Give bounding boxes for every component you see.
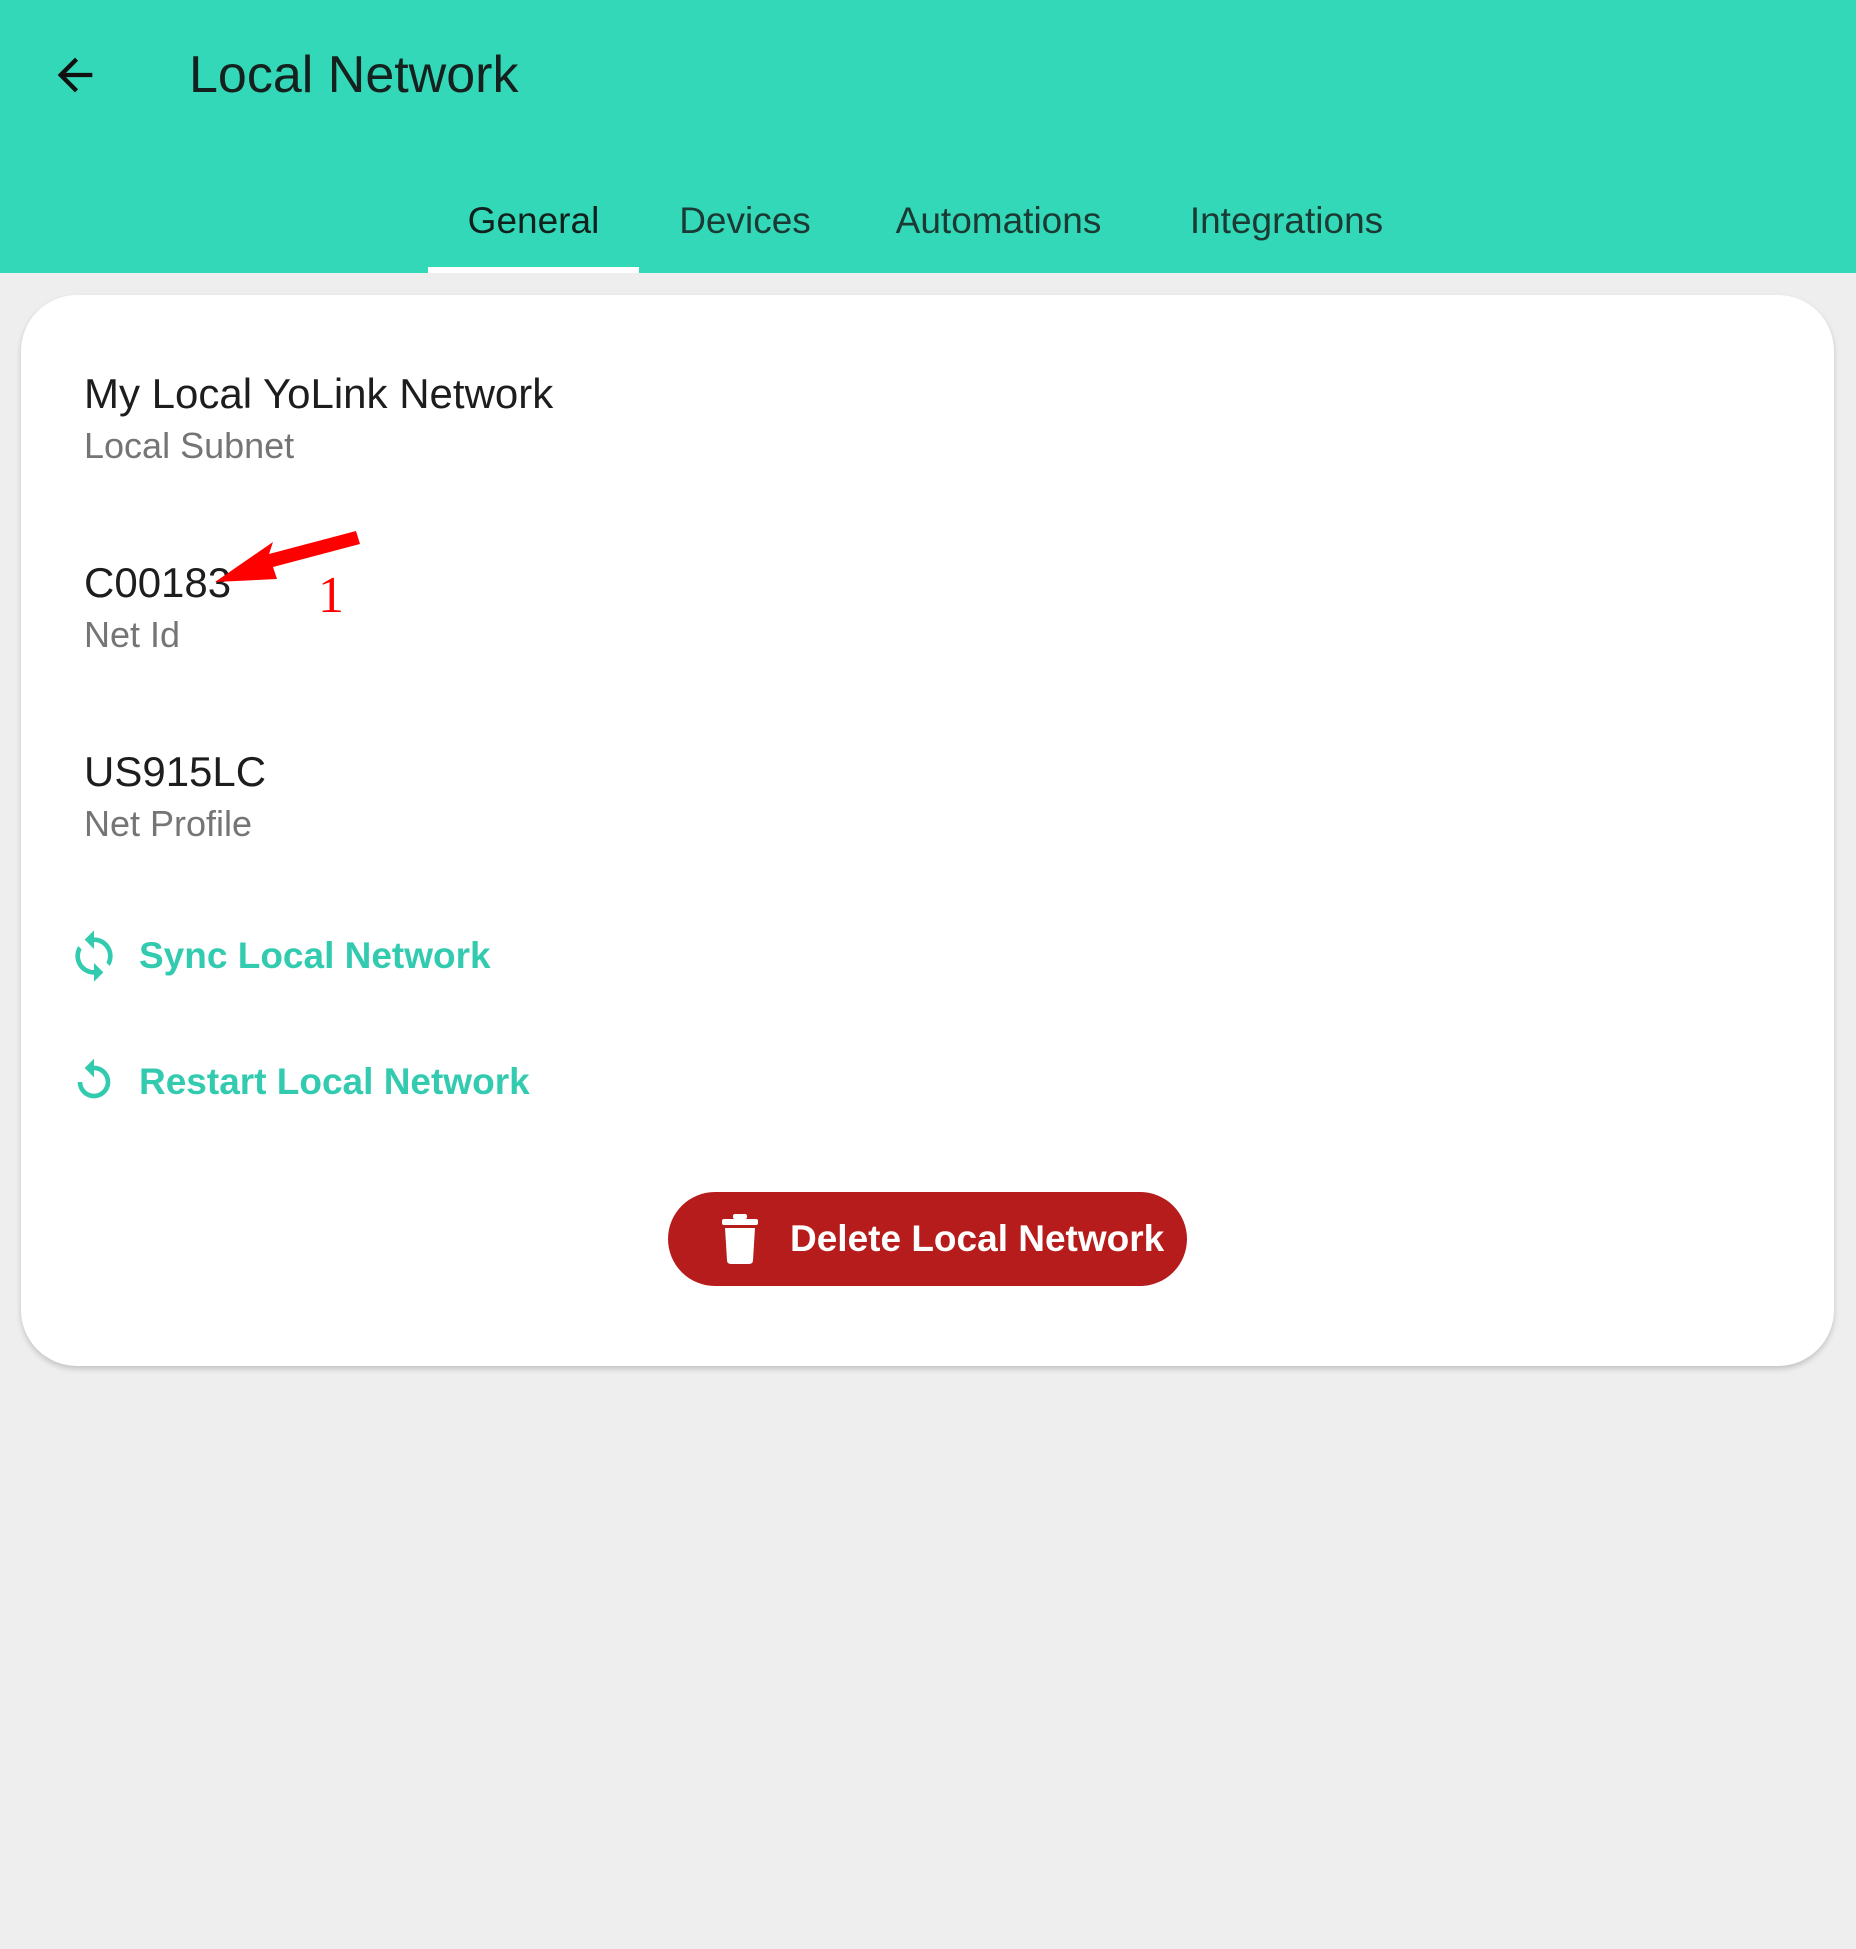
net-id-value: C00183: [84, 559, 232, 606]
restart-icon: [66, 1049, 122, 1115]
restart-local-network-label: Restart Local Network: [139, 1061, 530, 1102]
tab-label: Integrations: [1189, 199, 1384, 241]
net-profile-field: US915LC Net Profile: [84, 746, 266, 850]
local-subnet-label: Local Subnet: [84, 425, 295, 466]
tab-label: Devices: [679, 199, 811, 241]
restart-local-network-button[interactable]: Restart Local Network: [66, 1042, 530, 1122]
sync-local-network-label: Sync Local Network: [139, 935, 491, 976]
page-title: Local Network: [189, 46, 519, 104]
tab-bar: General Devices Automations Integrations: [0, 168, 1856, 273]
tab-devices[interactable]: Devices: [660, 168, 830, 273]
sync-icon: [66, 923, 122, 989]
local-subnet-value: My Local YoLink Network: [84, 370, 554, 417]
tab-integrations[interactable]: Integrations: [1165, 168, 1408, 273]
tab-label: General: [467, 199, 600, 241]
net-id-field: C00183 Net Id: [84, 557, 231, 661]
arrow-left-icon: [57, 57, 93, 93]
app-bar: Local Network General Devices Automation…: [0, 0, 1856, 273]
trash-icon: [722, 1214, 758, 1264]
local-subnet-field: My Local YoLink Network Local Subnet: [84, 368, 553, 472]
tab-general[interactable]: General: [428, 168, 639, 273]
delete-local-network-label: Delete Local Network: [790, 1218, 1165, 1259]
active-tab-indicator: [428, 267, 639, 273]
delete-local-network-button[interactable]: Delete Local Network: [668, 1192, 1187, 1286]
sync-local-network-button[interactable]: Sync Local Network: [66, 916, 491, 996]
tab-label: Automations: [895, 199, 1102, 241]
annotation-number: 1: [318, 567, 344, 624]
back-button[interactable]: [40, 40, 110, 110]
tab-automations[interactable]: Automations: [870, 168, 1127, 273]
net-id-label: Net Id: [84, 614, 181, 655]
net-profile-value: US915LC: [84, 748, 267, 795]
net-profile-label: Net Profile: [84, 803, 253, 844]
